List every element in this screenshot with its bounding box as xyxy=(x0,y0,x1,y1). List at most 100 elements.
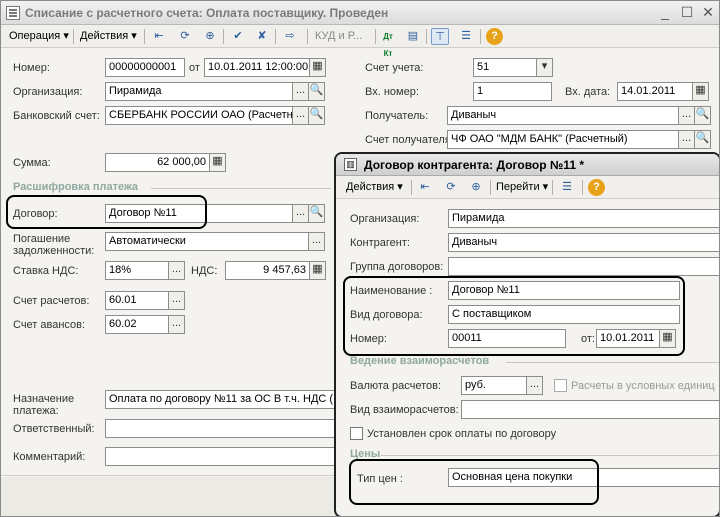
calculator-icon[interactable]: ▦ xyxy=(309,261,326,280)
minimize-button[interactable]: _ xyxy=(657,5,673,21)
post-icon[interactable]: ✔ xyxy=(229,28,247,45)
organization-field[interactable]: Пирамида xyxy=(105,82,293,101)
maximize-button[interactable]: ☐ xyxy=(679,5,695,21)
comment-field[interactable] xyxy=(105,447,337,466)
account-field[interactable]: 51 xyxy=(473,58,537,77)
contract-type-field[interactable]: С поставщиком xyxy=(448,305,680,324)
settlement-account-label: Счет расчетов: xyxy=(13,295,90,307)
recipient-label: Получатель: xyxy=(365,110,429,122)
in-number-field[interactable]: 1 xyxy=(473,82,552,101)
calculator-icon[interactable]: ▦ xyxy=(209,153,226,172)
price-type-field[interactable]: Основная цена покупки xyxy=(448,468,719,487)
list-icon[interactable]: ☰ xyxy=(457,28,475,45)
add-copy-icon[interactable]: ⊕ xyxy=(467,179,485,196)
operation-menu[interactable]: Операция ▾ xyxy=(9,28,69,45)
contract-date-label: от: xyxy=(581,333,595,345)
goto-menu[interactable]: Перейти ▾ xyxy=(496,179,548,196)
conditional-units-checkbox[interactable] xyxy=(554,379,567,392)
bank-account-label: Банковский счет: xyxy=(13,110,100,122)
help-icon[interactable]: ? xyxy=(486,28,503,45)
search-icon[interactable]: 🔍 xyxy=(308,82,325,101)
counterparty-label: Контрагент: xyxy=(350,237,410,249)
contract-field[interactable]: Договор №11 xyxy=(105,204,293,223)
dialog-title-bar: ▥ Договор контрагента: Договор №11 * xyxy=(336,154,719,176)
contract-group-field[interactable] xyxy=(448,257,719,276)
section-divider xyxy=(381,455,719,456)
actions-menu[interactable]: Действия ▾ xyxy=(80,28,137,45)
contract-date-field[interactable]: 10.01.2011 xyxy=(596,329,660,348)
toolbar-separator xyxy=(411,180,412,195)
settlement-account-field[interactable]: 60.01 xyxy=(105,291,169,310)
help-icon[interactable]: ? xyxy=(588,179,605,196)
price-type-label: Тип цен : xyxy=(357,473,403,485)
mutual-type-field[interactable] xyxy=(461,400,719,419)
responsible-field[interactable] xyxy=(105,419,337,438)
date-field[interactable]: 10.01.2011 12:00:00 xyxy=(204,58,310,77)
calendar-icon[interactable]: ▦ xyxy=(659,329,676,348)
structure-icon[interactable]: ⊤ xyxy=(431,28,449,45)
payment-term-checkbox[interactable] xyxy=(350,427,363,440)
create-based-icon[interactable]: ⇨ xyxy=(281,28,299,45)
add-copy-icon[interactable]: ⊕ xyxy=(201,28,219,45)
repayment-label-line1: Погашение xyxy=(13,233,71,245)
unpost-icon[interactable]: ✘ xyxy=(253,28,271,45)
refresh-icon[interactable]: ⟳ xyxy=(176,28,194,45)
kud-button[interactable]: КУД и Р... xyxy=(315,28,362,45)
main-toolbar: Операция ▾ Действия ▾ ⇤ ⟳ ⊕ ✔ ✘ ⇨ КУД и … xyxy=(1,25,719,58)
vat-field[interactable]: 9 457,63 xyxy=(225,261,310,280)
dialog-title: Договор контрагента: Договор №11 * xyxy=(364,158,584,172)
close-button[interactable]: ✕ xyxy=(700,5,716,21)
counterparty-field[interactable]: Диваныч xyxy=(448,233,719,252)
number-field[interactable]: 00000000001 xyxy=(105,58,185,77)
recipient-account-select-button[interactable]: ... xyxy=(678,130,695,149)
calendar-icon[interactable]: ▦ xyxy=(309,58,326,77)
contract-number-field[interactable]: 00011 xyxy=(448,329,566,348)
refresh-icon[interactable]: ⟳ xyxy=(442,179,460,196)
post-close-icon[interactable]: ⇤ xyxy=(150,28,168,45)
currency-label: Валюта расчетов: xyxy=(350,380,441,392)
dt-kt-icon[interactable]: Дт Кт xyxy=(379,28,397,58)
dialog-actions-menu[interactable]: Действия ▾ xyxy=(346,179,403,196)
vat-rate-field[interactable]: 18% xyxy=(105,261,169,280)
search-icon[interactable]: 🔍 xyxy=(308,204,325,223)
mutual-settlements-section-title: Ведение взаиморасчетов xyxy=(350,355,490,367)
payment-section-title: Расшифровка платежа xyxy=(13,181,139,193)
advance-account-select-button[interactable]: ... xyxy=(168,315,185,334)
currency-select-button[interactable]: ... xyxy=(526,376,543,395)
currency-field[interactable]: руб. xyxy=(461,376,527,395)
repayment-field[interactable]: Автоматически xyxy=(105,232,309,251)
contract-name-field[interactable]: Договор №11 xyxy=(448,281,680,300)
dialog-org-field[interactable]: Пирамида xyxy=(448,209,719,228)
list-icon[interactable]: ☰ xyxy=(558,179,576,196)
account-label: Счет учета: xyxy=(365,62,424,74)
organization-select-button[interactable]: ... xyxy=(292,82,309,101)
purpose-label-line1: Назначение xyxy=(13,393,75,405)
repayment-select-button[interactable]: ... xyxy=(308,232,325,251)
save-close-icon[interactable]: ⇤ xyxy=(416,179,434,196)
purpose-field[interactable]: Оплата по договору №11 за ОС В т.ч. НДС … xyxy=(105,390,337,409)
recipient-select-button[interactable]: ... xyxy=(678,106,695,125)
chevron-down-icon[interactable]: ▾ xyxy=(536,58,553,77)
calendar-icon[interactable]: ▦ xyxy=(692,82,709,101)
search-icon[interactable]: 🔍 xyxy=(694,130,711,149)
recipient-field[interactable]: Диваныч xyxy=(447,106,679,125)
search-icon[interactable]: 🔍 xyxy=(694,106,711,125)
section-divider xyxy=(151,188,331,189)
contract-name-label: Наименование : xyxy=(350,285,433,297)
toolbar-separator xyxy=(307,29,308,44)
toolbar-separator xyxy=(375,29,376,44)
search-icon[interactable]: 🔍 xyxy=(308,106,325,125)
bank-account-select-button[interactable]: ... xyxy=(292,106,309,125)
contract-select-button[interactable]: ... xyxy=(292,204,309,223)
in-date-field[interactable]: 14.01.2011 xyxy=(617,82,693,101)
footer-divider xyxy=(1,475,336,476)
advance-account-field[interactable]: 60.02 xyxy=(105,315,169,334)
settlement-account-select-button[interactable]: ... xyxy=(168,291,185,310)
recipient-account-field[interactable]: ЧФ ОАО "МДМ БАНК" (Расчетный) xyxy=(447,130,679,149)
report-icon[interactable]: ▤ xyxy=(404,28,422,45)
vat-rate-select-button[interactable]: ... xyxy=(168,261,185,280)
bank-account-field[interactable]: СБЕРБАНК РОССИИ ОАО (Расчетны xyxy=(105,106,293,125)
window-title: Списание с расчетного счета: Оплата пост… xyxy=(25,6,389,20)
sum-field[interactable]: 62 000,00 xyxy=(105,153,210,172)
toolbar-separator xyxy=(223,29,224,44)
